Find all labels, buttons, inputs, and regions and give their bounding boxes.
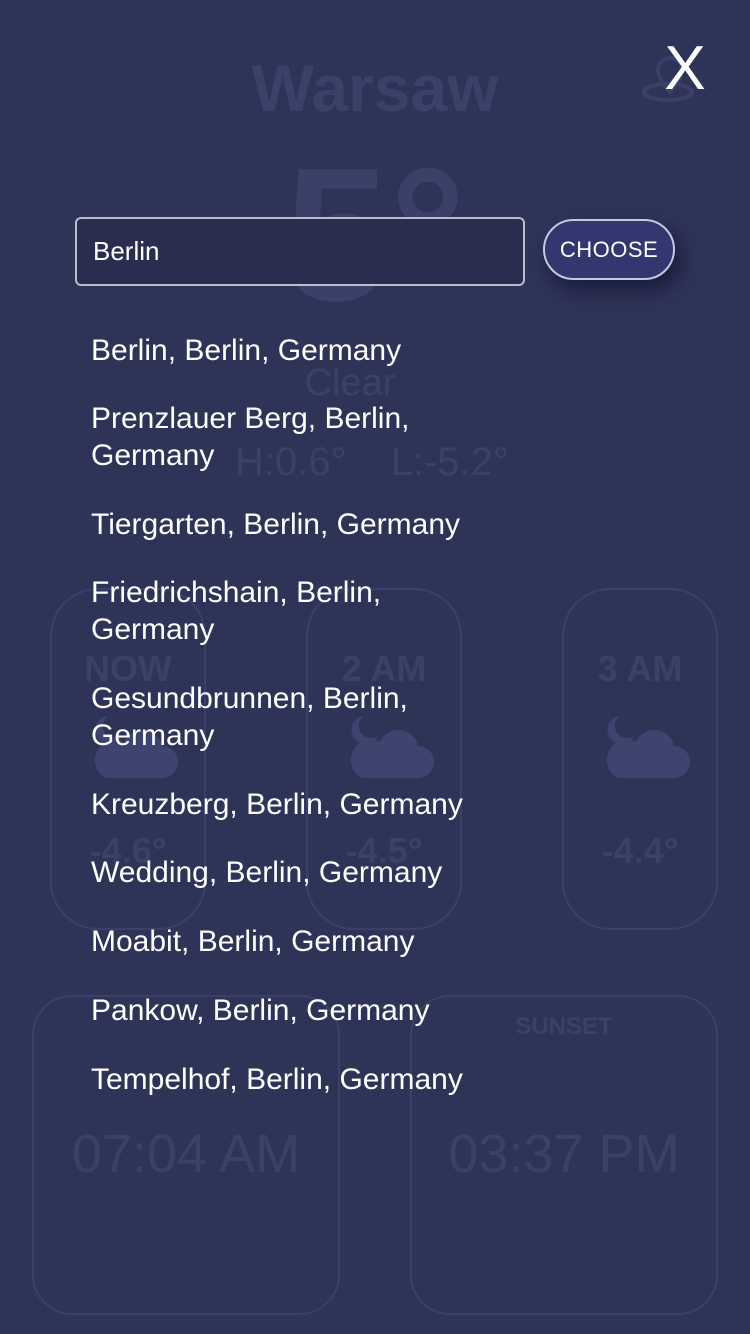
search-result-item[interactable]: Moabit, Berlin, Germany [91,923,511,960]
close-button[interactable]: X [650,34,720,104]
search-result-item[interactable]: Friedrichshain, Berlin, Germany [91,574,511,648]
search-results-list: Berlin, Berlin, Germany Prenzlauer Berg,… [91,332,511,1098]
hourly-time: 3 AM [597,648,683,689]
sunset-time: 03:37 PM [448,1124,680,1184]
city-name: Warsaw [251,51,499,125]
search-result-item[interactable]: Wedding, Berlin, Germany [91,854,511,891]
search-result-item[interactable]: Tiergarten, Berlin, Germany [91,506,511,543]
hourly-card: 3 AM -4.4° [562,588,718,930]
search-result-item[interactable]: Gesundbrunnen, Berlin, Germany [91,680,511,754]
sunrise-time: 07:04 AM [71,1124,301,1184]
search-result-item[interactable]: Prenzlauer Berg, Berlin, Germany [91,400,511,474]
moon-cloud-icon [606,716,690,778]
city-search-input[interactable] [75,217,525,286]
search-result-item[interactable]: Tempelhof, Berlin, Germany [91,1061,511,1098]
choose-button[interactable]: CHOOSE [543,219,675,280]
search-result-item[interactable]: Berlin, Berlin, Germany [91,332,511,369]
hourly-temperature: -4.4° [601,830,679,871]
search-result-item[interactable]: Kreuzberg, Berlin, Germany [91,786,511,823]
search-result-item[interactable]: Pankow, Berlin, Germany [91,992,511,1029]
